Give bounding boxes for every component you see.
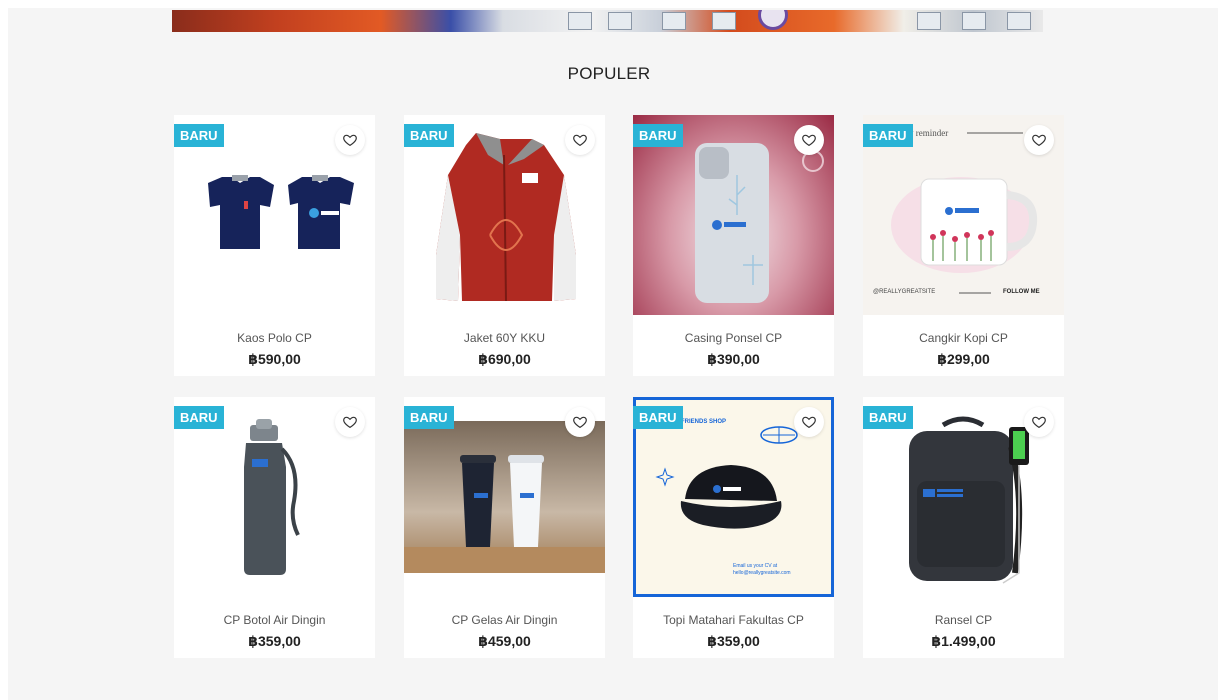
product-name[interactable]: Kaos Polo CP bbox=[174, 331, 375, 345]
product-card[interactable]: BARU Jaket 60Y KKU ฿690,00 bbox=[404, 115, 605, 376]
image-caption: FOLLOW ME bbox=[1003, 289, 1040, 295]
product-card[interactable]: FRIENDS SHOP Email us your CV at hello@r… bbox=[633, 397, 834, 658]
heart-icon bbox=[573, 416, 587, 429]
heart-icon bbox=[343, 416, 357, 429]
product-name[interactable]: Casing Ponsel CP bbox=[633, 331, 834, 345]
product-price: ฿690,00 bbox=[478, 351, 531, 367]
product-name[interactable]: CP Gelas Air Dingin bbox=[404, 613, 605, 627]
heart-icon bbox=[802, 416, 816, 429]
product-price: ฿359,00 bbox=[248, 633, 301, 649]
heart-icon bbox=[1032, 134, 1046, 147]
product-card[interactable]: BARU CP Gelas Air Dingin ฿459,00 bbox=[404, 397, 605, 658]
product-price: ฿1.499,00 bbox=[931, 633, 996, 649]
product-name[interactable]: Cangkir Kopi CP bbox=[863, 331, 1064, 345]
product-price: ฿359,00 bbox=[707, 633, 760, 649]
product-name[interactable]: Jaket 60Y KKU bbox=[404, 331, 605, 345]
new-badge: BARU bbox=[174, 406, 224, 429]
wishlist-button[interactable] bbox=[335, 407, 365, 437]
product-card[interactable]: BARU Ransel CP ฿1.499,00 bbox=[863, 397, 1064, 658]
wishlist-button[interactable] bbox=[335, 125, 365, 155]
image-caption: Email us your CV at hello@reallygreatsit… bbox=[733, 563, 791, 576]
product-name[interactable]: Topi Matahari Fakultas CP bbox=[633, 613, 834, 627]
new-badge: BARU bbox=[404, 124, 454, 147]
wishlist-button[interactable] bbox=[794, 125, 824, 155]
heart-icon bbox=[802, 134, 816, 147]
image-caption: @REALLYGREATSITE bbox=[873, 289, 936, 295]
wishlist-button[interactable] bbox=[794, 407, 824, 437]
new-badge: BARU bbox=[404, 406, 454, 429]
new-badge: BARU bbox=[863, 124, 913, 147]
wishlist-button[interactable] bbox=[565, 407, 595, 437]
product-price: ฿590,00 bbox=[248, 351, 301, 367]
wishlist-button[interactable] bbox=[565, 125, 595, 155]
section-title: POPULER bbox=[567, 64, 651, 83]
heart-icon bbox=[343, 134, 357, 147]
heart-icon bbox=[573, 134, 587, 147]
product-name[interactable]: CP Botol Air Dingin bbox=[174, 613, 375, 627]
product-card[interactable]: BARU Kaos Polo CP ฿590,00 bbox=[174, 115, 375, 376]
product-name[interactable]: Ransel CP bbox=[863, 613, 1064, 627]
wishlist-button[interactable] bbox=[1024, 407, 1054, 437]
new-badge: BARU bbox=[633, 124, 683, 147]
wishlist-button[interactable] bbox=[1024, 125, 1054, 155]
new-badge: BARU bbox=[633, 406, 683, 429]
new-badge: BARU bbox=[863, 406, 913, 429]
hero-banner-image[interactable] bbox=[172, 10, 1043, 32]
new-badge: BARU bbox=[174, 124, 224, 147]
product-card[interactable]: BARU CP Botol Air Dingin ฿359,00 bbox=[174, 397, 375, 658]
product-price: ฿459,00 bbox=[478, 633, 531, 649]
product-card[interactable]: BARU Casing Ponsel CP ฿390,00 bbox=[633, 115, 834, 376]
heart-icon bbox=[1032, 416, 1046, 429]
product-price: ฿299,00 bbox=[937, 351, 990, 367]
product-price: ฿390,00 bbox=[707, 351, 760, 367]
product-card[interactable]: y reminder @REALLYGREATSITE FOLLOW ME BA… bbox=[863, 115, 1064, 376]
